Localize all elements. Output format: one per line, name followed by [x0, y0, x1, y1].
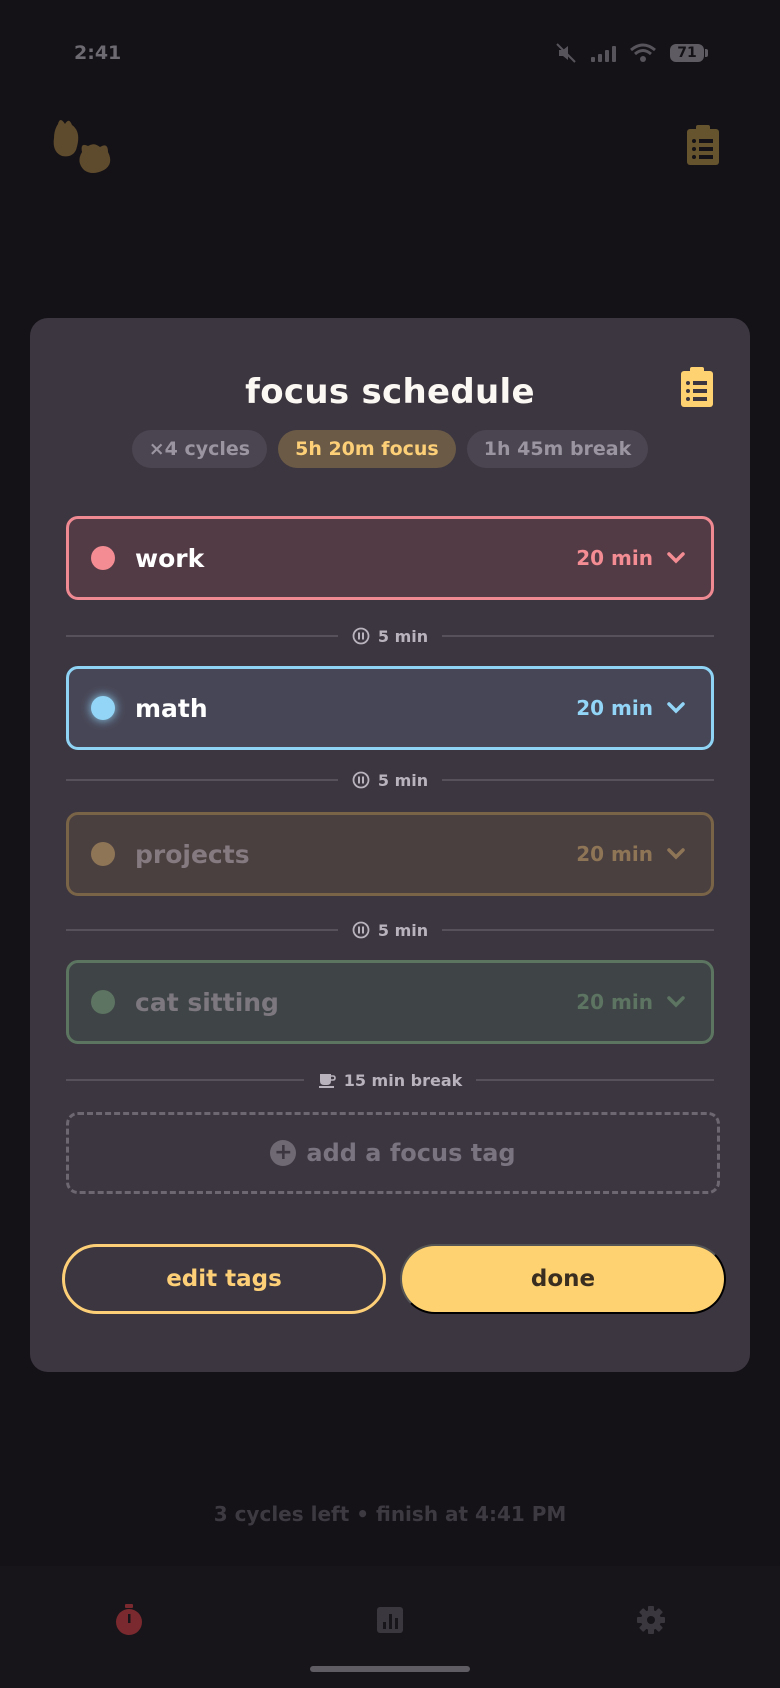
- tag-color-dot: [91, 842, 115, 866]
- tag-duration: 20 min: [576, 546, 653, 570]
- break-label: 5 min: [377, 626, 429, 646]
- plus-circle-icon: +: [270, 1140, 297, 1166]
- pause-icon: [352, 627, 370, 645]
- tag-duration: 20 min: [576, 842, 653, 866]
- tag-duration: 20 min: [576, 990, 653, 1014]
- chevron-down-icon[interactable]: [667, 702, 685, 714]
- signal-icon: [591, 44, 616, 62]
- chevron-down-icon[interactable]: [667, 552, 685, 564]
- modal-title: focus schedule: [245, 372, 535, 412]
- focus-tag-math[interactable]: math 20 min: [66, 666, 714, 750]
- status-icons: 71: [555, 42, 708, 64]
- schedule-summary: ×4 cycles 5h 20m focus 1h 45m break: [30, 430, 750, 468]
- edit-tags-button[interactable]: edit tags: [62, 1244, 386, 1314]
- timer-icon[interactable]: [114, 1604, 144, 1636]
- clipboard-icon[interactable]: [680, 366, 714, 408]
- break-separator: 5 min: [66, 768, 714, 792]
- stats-icon[interactable]: [375, 1604, 405, 1636]
- tag-name: cat sitting: [135, 987, 279, 1017]
- chevron-down-icon[interactable]: [667, 848, 685, 860]
- break-label: 5 min: [377, 770, 429, 790]
- break-separator: 5 min: [66, 624, 714, 648]
- clipboard-icon[interactable]: [686, 124, 720, 166]
- focus-tag-cat-sitting[interactable]: cat sitting 20 min: [66, 960, 714, 1044]
- battery-level: 71: [670, 44, 704, 62]
- wifi-icon: [630, 43, 656, 62]
- coffee-cup-icon: [318, 1074, 336, 1088]
- cycles-remaining-text: 3 cycles left • finish at 4:41 PM: [213, 1502, 567, 1526]
- tag-duration: 20 min: [576, 696, 653, 720]
- break-total-pill: 1h 45m break: [466, 430, 649, 468]
- tag-color-dot: [91, 990, 115, 1014]
- add-tag-label: add a focus tag: [306, 1139, 516, 1167]
- pause-icon: [352, 921, 370, 939]
- tag-color-dot: [91, 546, 115, 570]
- tag-name: projects: [135, 839, 250, 869]
- long-break-separator: 15 min break: [66, 1068, 714, 1092]
- focus-schedule-modal: focus schedule ×4 cycles 5h 20m focus 1h…: [30, 318, 750, 1372]
- break-label: 5 min: [377, 920, 429, 940]
- bunny-cat-logo-icon: [53, 120, 111, 173]
- focus-total-pill: 5h 20m focus: [278, 430, 456, 468]
- done-button[interactable]: done: [400, 1244, 726, 1314]
- add-focus-tag-button[interactable]: + add a focus tag: [66, 1112, 720, 1194]
- focus-tag-work[interactable]: work 20 min: [66, 516, 714, 600]
- mute-icon: [556, 43, 576, 63]
- tag-name: work: [135, 543, 205, 573]
- battery-icon: 71: [670, 44, 708, 62]
- settings-icon[interactable]: [636, 1604, 666, 1636]
- chevron-down-icon[interactable]: [667, 996, 685, 1008]
- pause-icon: [352, 771, 370, 789]
- focus-tag-projects[interactable]: projects 20 min: [66, 812, 714, 896]
- tag-name: math: [135, 693, 208, 723]
- status-time: 2:41: [74, 42, 122, 64]
- tag-color-dot: [91, 696, 115, 720]
- cycles-pill: ×4 cycles: [131, 430, 268, 468]
- break-label: 15 min break: [343, 1070, 463, 1090]
- break-separator: 5 min: [66, 918, 714, 942]
- home-indicator: [310, 1666, 470, 1672]
